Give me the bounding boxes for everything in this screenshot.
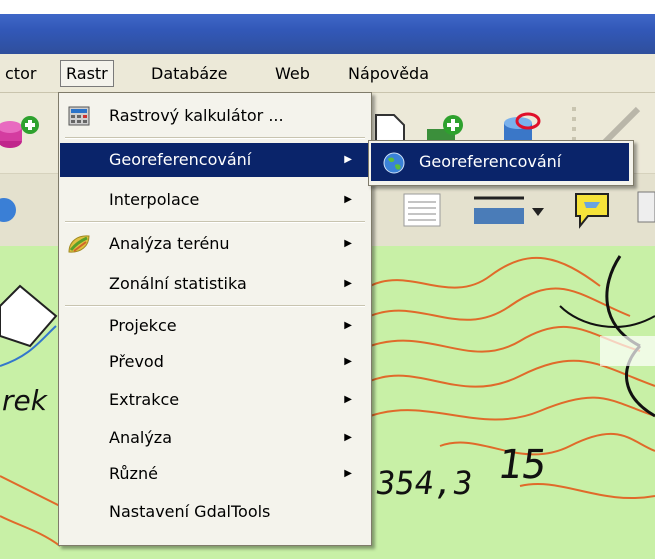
menu-item-label: Různé bbox=[109, 464, 158, 483]
map-label-15: 15 bbox=[494, 442, 550, 488]
menu-item-label: Nastavení GdalTools bbox=[109, 502, 271, 521]
menu-item-terrain-analysis[interactable]: Analýza terénu ▶ bbox=[60, 227, 370, 261]
menubar-item-raster[interactable]: Rastr bbox=[60, 60, 114, 87]
attribute-table-icon[interactable] bbox=[400, 190, 444, 230]
menubar-item-vector[interactable]: ctor bbox=[0, 63, 41, 85]
menu-item-label: Analýza terénu bbox=[109, 234, 230, 253]
submenu-arrow-icon: ▶ bbox=[344, 320, 352, 331]
menu-item-label: Rastrový kalkulátor ... bbox=[109, 106, 284, 125]
submenu-arrow-icon: ▶ bbox=[344, 356, 352, 367]
globe-partial-icon[interactable] bbox=[0, 188, 20, 232]
annotation-icon[interactable] bbox=[570, 188, 614, 232]
submenu-arrow-icon: ▶ bbox=[344, 154, 352, 165]
map-label-elevation: 354,3 bbox=[373, 464, 475, 502]
menu-item-label: Extrakce bbox=[109, 390, 180, 409]
raster-menu: Rastrový kalkulátor ... Georeferencování… bbox=[58, 92, 372, 546]
menu-item-interpolation[interactable]: Interpolace ▶ bbox=[60, 183, 370, 217]
menu-item-conversion[interactable]: Převod ▶ bbox=[60, 345, 370, 379]
menu-item-miscellaneous[interactable]: Různé ▶ bbox=[60, 457, 370, 491]
menubar-item-web[interactable]: Web bbox=[270, 63, 315, 85]
menu-item-georeferencing[interactable]: Georeferencování ▶ bbox=[60, 143, 370, 177]
menu-item-analysis[interactable]: Analýza ▶ bbox=[60, 421, 370, 455]
add-database-layer-icon[interactable] bbox=[0, 113, 44, 157]
raster-calculator-icon bbox=[68, 106, 90, 126]
terrain-analysis-icon bbox=[68, 235, 90, 253]
submenu-item-label: Georeferencování bbox=[419, 152, 562, 171]
menubar: ctor Rastr Databáze Web Nápověda bbox=[0, 54, 655, 93]
menu-item-raster-calculator[interactable]: Rastrový kalkulátor ... bbox=[60, 99, 370, 133]
tool-partial-icon[interactable] bbox=[630, 190, 655, 234]
globe-icon bbox=[383, 152, 405, 174]
submenu-arrow-icon: ▶ bbox=[344, 238, 352, 249]
menu-item-extraction[interactable]: Extrakce ▶ bbox=[60, 383, 370, 417]
submenu-arrow-icon: ▶ bbox=[344, 394, 352, 405]
submenu-arrow-icon: ▶ bbox=[344, 278, 352, 289]
map-label-rek: rek bbox=[2, 384, 47, 417]
menu-item-zonal-statistics[interactable]: Zonální statistika ▶ bbox=[60, 267, 370, 301]
georeferencing-submenu: Georeferencování bbox=[368, 140, 634, 186]
menu-separator bbox=[65, 137, 365, 139]
menu-item-label: Interpolace bbox=[109, 190, 200, 209]
menu-item-label: Zonální statistika bbox=[109, 274, 247, 293]
window-titlebar bbox=[0, 0, 655, 54]
submenu-arrow-icon: ▶ bbox=[344, 468, 352, 479]
menu-item-projection[interactable]: Projekce ▶ bbox=[60, 309, 370, 343]
submenu-arrow-icon: ▶ bbox=[344, 432, 352, 443]
menubar-item-help[interactable]: Nápověda bbox=[343, 63, 434, 85]
menu-separator bbox=[65, 221, 365, 223]
menu-item-label: Převod bbox=[109, 352, 164, 371]
submenu-arrow-icon: ▶ bbox=[344, 194, 352, 205]
menu-item-label: Georeferencování bbox=[109, 150, 252, 169]
menubar-item-database[interactable]: Databáze bbox=[146, 63, 232, 85]
menu-item-gdaltools-settings[interactable]: Nastavení GdalTools bbox=[60, 495, 370, 529]
menu-item-label: Projekce bbox=[109, 316, 177, 335]
measure-ruler-icon[interactable] bbox=[470, 190, 560, 234]
menu-item-label: Analýza bbox=[109, 428, 173, 447]
submenu-item-georeferencer[interactable]: Georeferencování bbox=[371, 143, 629, 181]
menu-separator bbox=[65, 305, 365, 307]
